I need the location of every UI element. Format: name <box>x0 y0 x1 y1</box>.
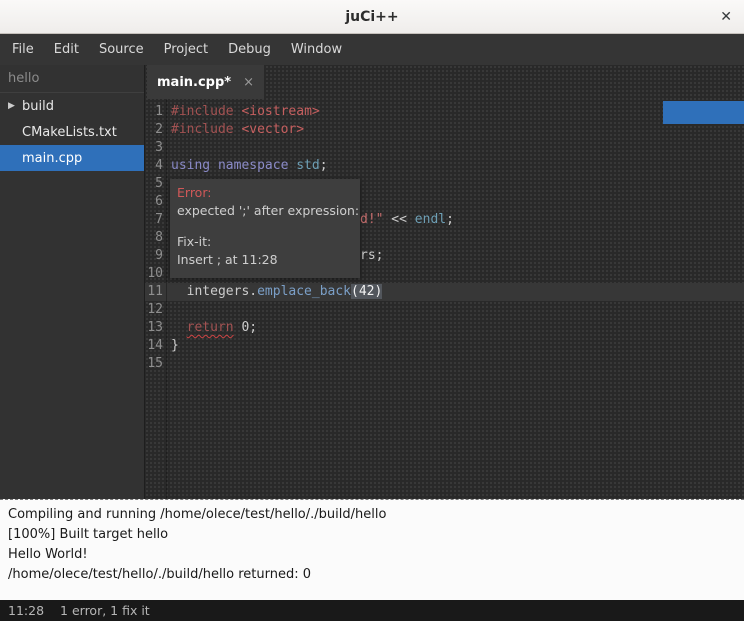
line-content: #include <iostream> <box>163 103 744 121</box>
line-content: using namespace std; <box>163 157 744 175</box>
line-content <box>163 139 744 157</box>
project-name-header: hello <box>0 65 144 93</box>
code-line-12: 12 <box>145 301 744 319</box>
file-tree-sidebar: hello ▶ build CMakeLists.txt main.cpp <box>0 65 145 499</box>
tooltip-spacer <box>177 220 353 233</box>
tree-item-maincpp[interactable]: main.cpp <box>0 145 144 171</box>
status-bar: 11:28 1 error, 1 fix it <box>0 600 744 621</box>
app-window: juCi++ ✕ File Edit Source Project Debug … <box>0 0 744 621</box>
line-number: 11 <box>145 283 163 301</box>
line-number: 3 <box>145 139 163 157</box>
code-line-13: 13 return 0; <box>145 319 744 337</box>
tooltip-error-title: Error: <box>177 184 353 202</box>
main-area: hello ▶ build CMakeLists.txt main.cpp ma… <box>0 65 744 499</box>
menu-file[interactable]: File <box>2 34 44 65</box>
diagnostic-tooltip: Error: expected ';' after expression: Fi… <box>170 179 360 278</box>
tab-bar: main.cpp* × <box>145 65 744 99</box>
line-number: 2 <box>145 121 163 139</box>
cursor-position: 11:28 <box>8 603 44 618</box>
tree-item-cmakelists[interactable]: CMakeLists.txt <box>0 119 144 145</box>
tooltip-fixit-title: Fix-it: <box>177 233 353 251</box>
menubar: File Edit Source Project Debug Window <box>0 34 744 65</box>
menu-project[interactable]: Project <box>154 34 218 65</box>
line-number: 14 <box>145 337 163 355</box>
code-editor[interactable]: 1#include <iostream>2#include <vector>34… <box>145 99 744 499</box>
line-number: 8 <box>145 229 163 247</box>
line-number: 4 <box>145 157 163 175</box>
line-content: return 0; <box>163 319 744 337</box>
terminal-line: [100%] Built target hello <box>8 525 736 545</box>
expander-triangle-icon[interactable]: ▶ <box>8 101 22 111</box>
menu-window[interactable]: Window <box>281 34 352 65</box>
line-number: 9 <box>145 247 163 265</box>
menu-debug[interactable]: Debug <box>218 34 281 65</box>
tooltip-error-message: expected ';' after expression: <box>177 202 353 220</box>
tree-item-label: CMakeLists.txt <box>22 125 117 140</box>
code-line-2: 2#include <vector> <box>145 121 744 139</box>
terminal-line: /home/olece/test/hello/./build/hello ret… <box>8 565 736 585</box>
tooltip-fixit-message: Insert ; at 11:28 <box>177 251 353 269</box>
tab-maincpp[interactable]: main.cpp* × <box>147 65 264 99</box>
code-line-14: 14} <box>145 337 744 355</box>
gutter-border <box>166 99 167 499</box>
tab-label: main.cpp* <box>157 75 231 90</box>
terminal-line: Hello World! <box>8 545 736 565</box>
line-number: 1 <box>145 103 163 121</box>
terminal-line: Compiling and running /home/olece/test/h… <box>8 505 736 525</box>
scrollbar-thumb[interactable] <box>663 101 744 124</box>
diagnostic-status: 1 error, 1 fix it <box>60 603 150 618</box>
menu-edit[interactable]: Edit <box>44 34 89 65</box>
line-number: 5 <box>145 175 163 193</box>
line-content <box>163 355 744 373</box>
window-title: juCi++ <box>345 9 398 25</box>
line-content: integers.emplace_back(42) <box>163 283 744 301</box>
code-line-1: 1#include <iostream> <box>145 103 744 121</box>
line-content: } <box>163 337 744 355</box>
titlebar: juCi++ ✕ <box>0 0 744 34</box>
code-line-11: 11 integers.emplace_back(42) <box>145 283 744 301</box>
line-number: 13 <box>145 319 163 337</box>
tree-item-label: main.cpp <box>22 151 82 166</box>
line-content: #include <vector> <box>163 121 744 139</box>
window-close-icon[interactable]: ✕ <box>720 10 732 24</box>
editor-pane: main.cpp* × 1#include <iostream>2#includ… <box>145 65 744 499</box>
line-number: 10 <box>145 265 163 283</box>
tab-close-icon[interactable]: × <box>243 75 254 90</box>
tree-item-label: build <box>22 99 54 114</box>
line-number: 15 <box>145 355 163 373</box>
build-output-terminal[interactable]: Compiling and running /home/olece/test/h… <box>0 499 744 600</box>
line-number: 6 <box>145 193 163 211</box>
code-line-3: 3 <box>145 139 744 157</box>
tree-item-build[interactable]: ▶ build <box>0 93 144 119</box>
line-content <box>163 301 744 319</box>
code-line-15: 15 <box>145 355 744 373</box>
line-number: 12 <box>145 301 163 319</box>
line-number: 7 <box>145 211 163 229</box>
code-line-4: 4using namespace std; <box>145 157 744 175</box>
menu-source[interactable]: Source <box>89 34 154 65</box>
